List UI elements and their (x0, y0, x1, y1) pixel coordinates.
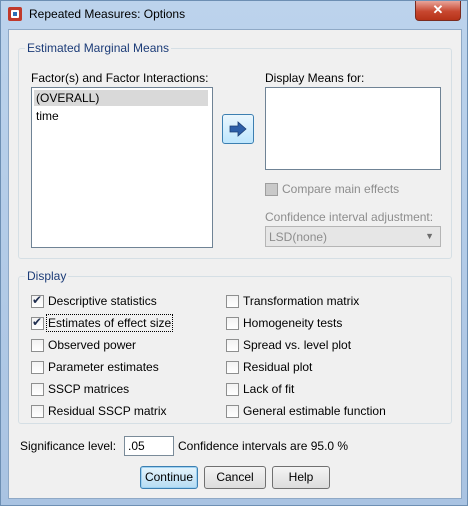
spread-vs-level-plot-box[interactable] (226, 339, 239, 352)
estimates-of-effect-size-label: Estimates of effect size (45, 314, 174, 332)
factors-label: Factor(s) and Factor Interactions: (31, 71, 209, 85)
continue-button[interactable]: Continue (140, 466, 198, 489)
ci-adjustment-label: Confidence interval adjustment: (265, 210, 434, 224)
general-estimable-function-box[interactable] (226, 405, 239, 418)
descriptive-statistics-box[interactable] (31, 293, 44, 308)
lack-of-fit-box[interactable] (226, 383, 239, 396)
estimates-of-effect-size-box[interactable] (31, 315, 44, 330)
significance-level-value: .05 (128, 439, 145, 453)
significance-level-label: Significance level: (20, 439, 117, 453)
compare-main-effects-box[interactable] (265, 183, 278, 196)
residual-plot-box[interactable] (226, 361, 239, 374)
homogeneity-tests-label: Homogeneity tests (243, 316, 343, 330)
parameter-estimates-box[interactable] (31, 361, 44, 374)
dialog-body: Estimated Marginal Means Factor(s) and F… (8, 29, 462, 499)
dialog-window: Repeated Measures: Options ✕ Estimated M… (0, 0, 468, 506)
homogeneity-tests-box[interactable] (226, 317, 239, 330)
display-legend: Display (25, 269, 69, 283)
emm-legend: Estimated Marginal Means (25, 41, 172, 55)
display-means-listbox[interactable] (265, 87, 441, 170)
list-item-overall[interactable]: (OVERALL) (34, 90, 208, 106)
sscp-matrices-label: SSCP matrices (48, 382, 130, 396)
residual-sscp-matrix-label: Residual SSCP matrix (48, 404, 167, 418)
observed-power-label: Observed power (48, 338, 137, 352)
residual-plot-label: Residual plot (243, 360, 313, 374)
compare-main-effects-label: Compare main effects (282, 182, 400, 196)
list-item-time[interactable]: time (34, 108, 208, 124)
lack-of-fit-label: Lack of fit (243, 382, 295, 396)
window-title: Repeated Measures: Options (29, 7, 186, 21)
app-icon (8, 7, 22, 21)
close-button[interactable]: ✕ (415, 1, 461, 21)
factors-listbox[interactable]: (OVERALL) time (31, 87, 213, 248)
chevron-down-icon: ▼ (425, 231, 434, 241)
sscp-matrices-box[interactable] (31, 383, 44, 396)
display-group: Display Descriptive statistics Estimates… (18, 269, 452, 424)
right-arrow-icon (229, 121, 247, 137)
help-button[interactable]: Help (272, 466, 330, 489)
title-bar[interactable]: Repeated Measures: Options ✕ (1, 1, 467, 29)
estimated-marginal-means-group: Estimated Marginal Means Factor(s) and F… (18, 41, 452, 259)
cancel-button[interactable]: Cancel (204, 466, 266, 489)
observed-power-box[interactable] (31, 339, 44, 352)
significance-level-input[interactable]: .05 (124, 436, 174, 456)
move-to-display-means-button[interactable] (222, 114, 254, 144)
residual-sscp-matrix-box[interactable] (31, 405, 44, 418)
display-means-label: Display Means for: (265, 71, 365, 85)
transformation-matrix-box[interactable] (226, 295, 239, 308)
ci-adjustment-dropdown[interactable]: LSD(none) ▼ (265, 226, 441, 247)
general-estimable-function-label: General estimable function (243, 404, 386, 418)
spread-vs-level-plot-label: Spread vs. level plot (243, 338, 352, 352)
transformation-matrix-label: Transformation matrix (243, 294, 360, 308)
confidence-intervals-text: Confidence intervals are 95.0 % (178, 439, 349, 453)
parameter-estimates-label: Parameter estimates (48, 360, 159, 374)
ci-adjustment-value: LSD(none) (269, 230, 328, 244)
descriptive-statistics-label: Descriptive statistics (48, 294, 157, 308)
